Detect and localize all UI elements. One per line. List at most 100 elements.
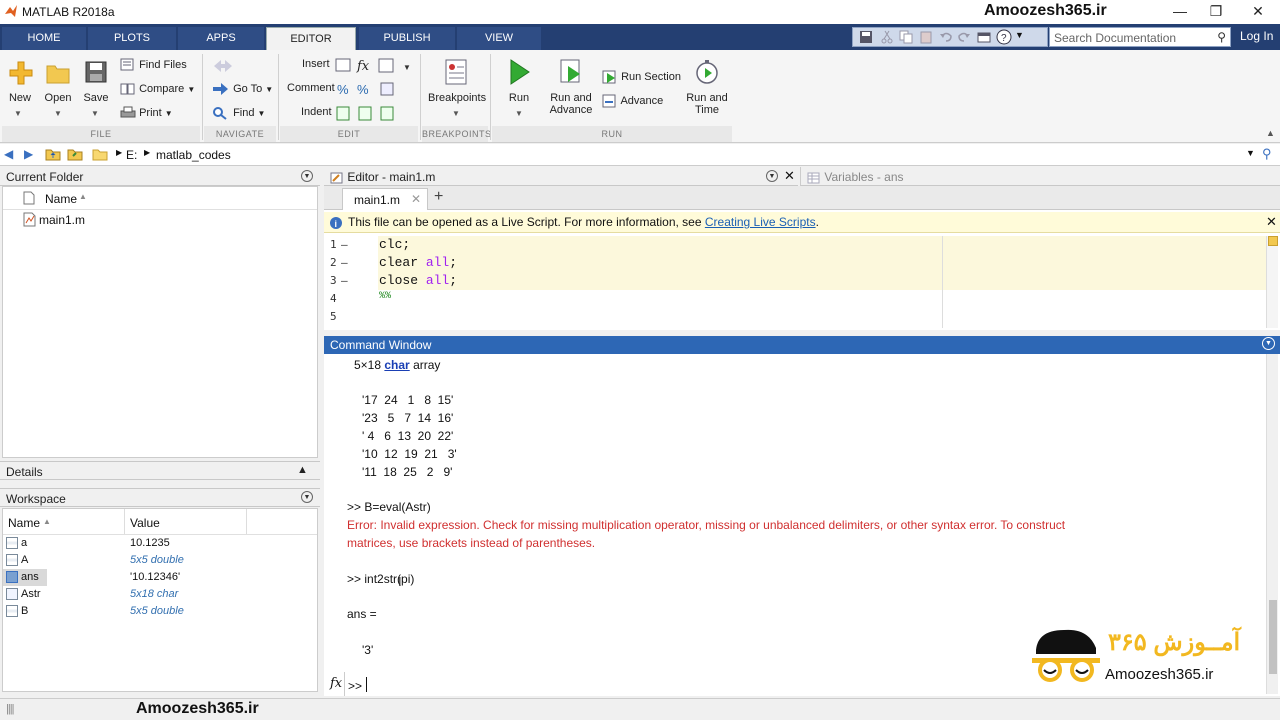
new-button[interactable]: New (6, 58, 34, 104)
edit-tools-icons[interactable]: fx ▼ % % (335, 56, 417, 126)
undo-icon[interactable] (939, 30, 953, 44)
run-section-button[interactable]: Run Section (602, 70, 681, 84)
find-files-icon (120, 58, 134, 71)
restore-button[interactable]: ❐ (1196, 0, 1236, 24)
editor-file-tab[interactable]: main1.m ✕ (342, 188, 428, 210)
table-row[interactable]: Astr 5x18 char (3, 586, 317, 603)
table-row[interactable]: a 10.1235 (3, 535, 317, 552)
search-icon[interactable]: ⚲ (1217, 30, 1226, 44)
close-tab-icon[interactable]: ✕ (411, 192, 421, 206)
table-row[interactable]: B 5x5 double (3, 603, 317, 620)
scrollbar-thumb[interactable] (1269, 600, 1277, 674)
open-button[interactable]: Open (44, 58, 72, 104)
tab-plots[interactable]: PLOTS (88, 27, 176, 50)
copy-icon[interactable] (899, 30, 913, 44)
tab-editor[interactable]: EDITOR (266, 27, 356, 50)
path-folder[interactable]: matlab_codes (156, 148, 231, 162)
find-files-button[interactable]: Find Files (120, 58, 187, 72)
back-icon[interactable]: ◀ (4, 147, 13, 161)
run-and-advance-button[interactable]: Run and Advance (548, 58, 594, 116)
live-script-info-bar: i This file can be opened as a Live Scri… (324, 212, 1280, 233)
creating-live-scripts-link[interactable]: Creating Live Scripts (705, 215, 816, 229)
path-separator-icon: ▶ (144, 148, 151, 157)
current-folder-actions-icon[interactable]: ▼ (301, 170, 313, 182)
table-row-selected[interactable]: ans (3, 569, 47, 586)
column-name-header[interactable]: Name (45, 192, 77, 206)
comment-button[interactable]: Comment (287, 82, 335, 94)
column-value-header[interactable]: Value (130, 516, 160, 530)
collapse-ribbon-icon[interactable]: ▲ (1266, 128, 1275, 138)
cut-icon[interactable] (881, 30, 893, 44)
code-line-section-comment[interactable]: %% (379, 291, 391, 302)
save-button[interactable]: Save (82, 58, 110, 104)
char-link[interactable]: char (384, 358, 409, 372)
tab-view[interactable]: VIEW (457, 27, 541, 50)
close-window-button[interactable]: ✕ (1238, 0, 1278, 24)
code-analyzer-indicator[interactable] (1268, 236, 1278, 246)
run-advance-icon (560, 59, 580, 83)
run-dropdown-icon[interactable]: ▼ (515, 109, 523, 118)
editor-actions-icon[interactable]: ▼ (766, 170, 778, 182)
code-line[interactable]: clear all; (379, 255, 457, 270)
goto-button[interactable]: Go To ▼ (212, 82, 273, 96)
command-window-scrollbar[interactable] (1266, 354, 1278, 694)
run-time-label-1: Run and (686, 92, 728, 104)
breakpoints-button[interactable]: Breakpoints (428, 58, 486, 104)
breakpoints-icon (445, 59, 467, 85)
compare-label: Compare (139, 82, 185, 95)
redo-icon[interactable] (957, 30, 971, 44)
expand-details-icon[interactable]: ▲ (297, 464, 308, 476)
tab-home[interactable]: HOME (2, 27, 86, 50)
advance-button[interactable]: Advance (602, 94, 663, 108)
print-label: Print (139, 106, 162, 119)
details-header[interactable]: Details ▲ (0, 461, 320, 480)
back-forward-icon[interactable] (212, 58, 252, 74)
breakpoints-dropdown-icon[interactable]: ▼ (452, 109, 460, 118)
list-item[interactable]: main1.m (21, 211, 221, 229)
editor-scrollbar[interactable] (1266, 236, 1278, 328)
tab-apps[interactable]: APPS (178, 27, 264, 50)
run-and-time-button[interactable]: Run and Time (684, 58, 730, 116)
switch-windows-icon[interactable] (977, 30, 991, 44)
path-drive[interactable]: E: (126, 148, 137, 162)
tab-publish[interactable]: PUBLISH (359, 27, 455, 50)
run-section-label: Run Section (621, 70, 681, 83)
ans-label: ans = (347, 607, 377, 621)
command-window-actions-icon[interactable]: ▼ (1262, 337, 1275, 350)
paste-icon[interactable] (919, 30, 933, 44)
divider (420, 54, 421, 140)
editor-tabbar (324, 186, 1280, 210)
minimize-button[interactable]: — (1160, 0, 1200, 24)
insert-button[interactable]: Insert (302, 58, 330, 70)
search-documentation-input[interactable]: Search Documentation ⚲ (1049, 27, 1231, 47)
open-dropdown-icon[interactable]: ▼ (54, 109, 62, 118)
command-prompt[interactable]: >> (348, 679, 362, 693)
browse-folder-icon[interactable] (67, 147, 83, 161)
compare-button[interactable]: Compare ▼ (120, 82, 195, 96)
new-dropdown-icon[interactable]: ▼ (14, 109, 22, 118)
column-name-header[interactable]: Name (8, 516, 40, 530)
function-browser-icon[interactable]: fx (330, 676, 342, 691)
variable-name: B (21, 605, 29, 617)
code-line[interactable]: close all; (379, 273, 457, 288)
close-editor-icon[interactable]: ✕ (784, 168, 795, 184)
address-dropdown-icon[interactable]: ▼ (1246, 148, 1255, 158)
login-link[interactable]: Log In (1240, 29, 1273, 43)
print-button[interactable]: Print ▼ (120, 106, 173, 120)
help-icon[interactable]: ? (996, 29, 1012, 45)
search-folder-icon[interactable]: ⚲ (1262, 146, 1272, 162)
new-tab-icon[interactable]: + (434, 188, 443, 206)
close-infobar-icon[interactable]: ✕ (1266, 214, 1277, 230)
indent-button[interactable]: Indent (301, 106, 332, 118)
table-row[interactable]: A 5x5 double (3, 552, 317, 569)
save-dropdown-icon[interactable]: ▼ (91, 109, 99, 118)
variables-header[interactable]: Variables - ans (800, 167, 1280, 186)
up-folder-icon[interactable] (45, 147, 61, 161)
find-button[interactable]: Find ▼ (212, 106, 265, 120)
forward-icon[interactable]: ▶ (24, 147, 33, 161)
run-button[interactable]: Run (504, 58, 534, 104)
code-line[interactable]: clc; (379, 237, 410, 252)
workspace-actions-icon[interactable]: ▼ (301, 491, 313, 503)
qat-dropdown-icon[interactable]: ▼ (1015, 30, 1024, 40)
save-icon[interactable] (859, 30, 873, 44)
